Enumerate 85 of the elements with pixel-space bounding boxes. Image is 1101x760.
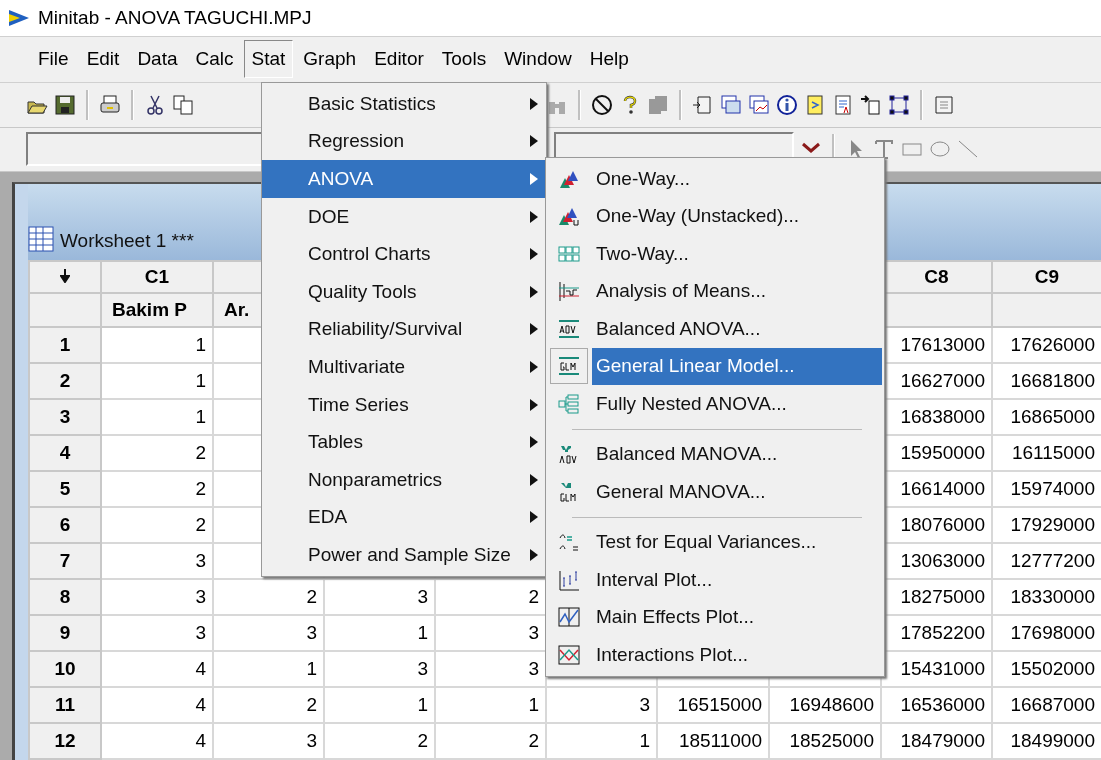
table-cell[interactable]: 1 [324, 687, 435, 723]
menu-item[interactable]: General Linear Model... [592, 347, 882, 385]
menu-item[interactable]: Tools [433, 40, 495, 79]
menu-item[interactable]: Data [129, 40, 186, 79]
menu-item[interactable]: Two-Way... [592, 235, 882, 273]
menu-item[interactable]: Balanced MANOVA... [592, 435, 882, 473]
menu-item[interactable]: Reliability/Survival [262, 310, 546, 349]
table-cell[interactable]: 2 [435, 723, 546, 759]
table-cell[interactable]: 1 [101, 327, 213, 363]
menu-item[interactable]: General MANOVA... [592, 473, 882, 511]
menu-item[interactable]: Interactions Plot... [592, 636, 882, 674]
row-header[interactable]: 10 [29, 651, 101, 687]
table-cell[interactable]: 4 [101, 723, 213, 759]
menu-item[interactable]: Calc [187, 40, 242, 79]
row-header[interactable]: 9 [29, 615, 101, 651]
table-cell[interactable]: 2 [324, 723, 435, 759]
menu-item[interactable]: Tables [262, 423, 546, 461]
table-cell[interactable]: 18479000 [881, 723, 992, 759]
table-cell[interactable]: 3 [324, 651, 435, 687]
table-cell[interactable]: 1 [101, 399, 213, 435]
row-header[interactable]: 5 [29, 471, 101, 507]
row-header[interactable]: 3 [29, 399, 101, 435]
menu-item[interactable]: One-Way (Unstacked)... [592, 197, 882, 235]
menu-item[interactable]: Basic Statistics [262, 85, 546, 123]
row-header[interactable]: 6 [29, 507, 101, 543]
table-cell[interactable]: 3 [213, 723, 324, 759]
table-cell[interactable]: 3 [546, 687, 657, 723]
table-cell[interactable]: 1 [324, 615, 435, 651]
row-header[interactable]: 2 [29, 363, 101, 399]
menu-item[interactable]: Window [496, 40, 580, 79]
menu-item[interactable]: Interval Plot... [592, 561, 882, 599]
table-cell[interactable]: 2 [101, 507, 213, 543]
table-cell[interactable]: 3 [101, 579, 213, 615]
row-header[interactable]: 8 [29, 579, 101, 615]
column-header[interactable]: C9 [992, 261, 1101, 293]
window-title: Minitab - ANOVA TAGUCHI.MPJ [38, 6, 312, 29]
menu-item[interactable]: DOE [262, 197, 546, 236]
menu-item[interactable]: Analysis of Means... [592, 272, 882, 310]
menu-item[interactable]: Nonparametrics [262, 460, 546, 499]
column-name[interactable]: Bakim P [101, 293, 213, 327]
table-cell[interactable]: 16536000 [881, 687, 992, 723]
menu-item[interactable]: EDA [262, 498, 546, 537]
menu-item[interactable]: Test for Equal Variances... [592, 523, 882, 561]
table-cell[interactable]: 1 [546, 723, 657, 759]
table-cell[interactable]: 1 [101, 363, 213, 399]
table-cell[interactable]: 2 [101, 471, 213, 507]
table-cell[interactable]: 1 [435, 687, 546, 723]
menu-item[interactable]: Main Effects Plot... [592, 598, 882, 636]
menu-item[interactable]: File [30, 40, 77, 79]
menu-item[interactable]: Regression [262, 122, 546, 161]
row-header[interactable]: 1 [29, 327, 101, 363]
table-cell[interactable]: 3 [101, 615, 213, 651]
row-header[interactable]: 7 [29, 543, 101, 579]
table-cell[interactable]: 2 [213, 687, 324, 723]
row-header[interactable]: 12 [29, 723, 101, 759]
menu-item[interactable]: Balanced ANOVA... [592, 310, 882, 348]
table-cell[interactable]: 18525000 [769, 723, 881, 759]
row-header[interactable]: 4 [29, 435, 101, 471]
row-header[interactable]: 11 [29, 687, 101, 723]
table-cell[interactable]: 3 [101, 543, 213, 579]
menu-item[interactable]: Power and Sample Size [262, 536, 546, 574]
menu-item[interactable]: Time Series [262, 385, 546, 424]
table-cell[interactable]: 2 [213, 579, 324, 615]
table-cell[interactable]: 18511000 [657, 723, 769, 759]
table-cell[interactable]: 1 [213, 651, 324, 687]
menu-item[interactable]: Fully Nested ANOVA... [592, 385, 882, 423]
table-cell[interactable]: 3 [213, 615, 324, 651]
table-cell[interactable]: 4 [101, 687, 213, 723]
table-cell[interactable]: 2 [101, 435, 213, 471]
table-cell[interactable]: 16515000 [657, 687, 769, 723]
menu-item[interactable]: Help [581, 40, 637, 79]
menu-item[interactable]: Quality Tools [262, 272, 546, 311]
column-header[interactable]: C1 [101, 261, 213, 293]
menu-item[interactable]: Graph [295, 40, 365, 79]
table-cell[interactable]: 16948600 [769, 687, 881, 723]
menu-item[interactable]: Multivariate [262, 348, 546, 386]
menu-item[interactable]: One-Way... [592, 160, 882, 198]
menu-item[interactable]: Editor [366, 40, 432, 79]
menu-item[interactable]: Control Charts [262, 235, 546, 273]
menu-item[interactable]: Edit [78, 40, 128, 79]
table-cell[interactable]: 4 [101, 651, 213, 687]
table-cell[interactable]: 3 [324, 579, 435, 615]
menu-item[interactable]: Stat [243, 40, 294, 79]
worksheet-title: Worksheet 1 *** [60, 230, 194, 252]
menu-item[interactable]: ANOVA [262, 160, 546, 198]
